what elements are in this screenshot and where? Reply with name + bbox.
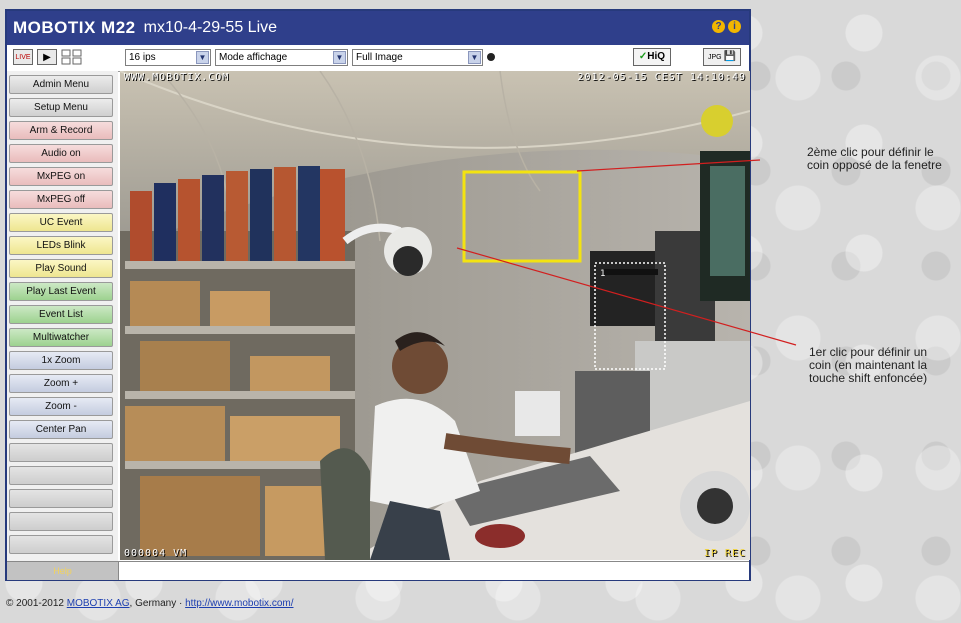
copyright-footer: © 2001-2012 MOBOTIX AG, Germany · http:/…: [6, 598, 294, 609]
sidebar-item-uc-event[interactable]: UC Event: [9, 213, 113, 232]
mobotix-app-window: MOBOTIX M22 mx10-4-29-55 Live ? i LIVE ▶…: [5, 9, 751, 581]
osd-recording-status: IP REC: [703, 548, 746, 559]
hiq-label: HiQ: [647, 51, 666, 62]
play-icon: ▶: [43, 52, 51, 63]
copyright-middle: , Germany ·: [129, 598, 183, 609]
chevron-down-icon: ▼: [196, 51, 209, 64]
fps-value: 16 ips: [129, 52, 156, 63]
jpg-label: JPG: [707, 54, 722, 61]
floppy-disk-icon: 💾: [723, 51, 737, 62]
sidebar-item-zoom-out[interactable]: Zoom -: [9, 397, 113, 416]
company-link[interactable]: MOBOTIX AG: [67, 598, 130, 609]
multi-view-button[interactable]: [61, 49, 83, 65]
image-select[interactable]: Full Image ▼: [352, 49, 483, 66]
fps-select[interactable]: 16 ips ▼: [125, 49, 211, 66]
question-icon[interactable]: ?: [712, 20, 725, 33]
sidebar-item-play-sound[interactable]: Play Sound: [9, 259, 113, 278]
annotation-second-click: 2ème clic pour définir le coin opposé de…: [807, 145, 942, 172]
annotation-first-click-line3: touche shift enfoncée): [809, 371, 928, 385]
title-icon-group: ? i: [712, 20, 741, 33]
camera-title: mx10-4-29-55 Live: [143, 19, 278, 36]
annotation-first-click: 1er clic pour définir un coin (en mainte…: [809, 346, 927, 385]
sidebar-empty-slot[interactable]: [9, 466, 113, 485]
annotation-first-click-line2: coin (en maintenant la: [809, 358, 928, 372]
brand-title: MOBOTIX M22: [13, 18, 136, 37]
sidebar-empty-slot[interactable]: [9, 512, 113, 531]
info-icon[interactable]: i: [728, 20, 741, 33]
chevron-down-icon: ▼: [333, 51, 346, 64]
sidebar-empty-slot[interactable]: [9, 443, 113, 462]
sidebar-empty-slot[interactable]: [9, 489, 113, 508]
live-button[interactable]: LIVE: [13, 49, 33, 65]
image-value: Full Image: [356, 52, 403, 63]
osd-timestamp: 2012-05-15 CEST 14:10:49: [577, 72, 746, 83]
sidebar-item-audio-on[interactable]: Audio on: [9, 144, 113, 163]
sidebar-item-multiwatcher[interactable]: Multiwatcher: [9, 328, 113, 347]
live-video-view[interactable]: 1 WWW.MOBOTIX.COM 2012-05-15 CEST 14:10:…: [120, 71, 750, 560]
sidebar-item-mxpeg-off[interactable]: MxPEG off: [9, 190, 113, 209]
sidebar-item-play-last-event[interactable]: Play Last Event: [9, 282, 113, 301]
camera-scene: 1: [120, 71, 750, 560]
sidebar-menu: Admin Menu Setup Menu Arm & Record Audio…: [7, 71, 118, 561]
sidebar-item-1x-zoom[interactable]: 1x Zoom: [9, 351, 113, 370]
svg-text:1: 1: [600, 269, 605, 279]
help-button[interactable]: Help: [7, 562, 119, 580]
shelving-unit: [120, 166, 355, 560]
grid-icon: [61, 49, 82, 65]
sidebar-empty-slot[interactable]: [9, 535, 113, 554]
sidebar-item-admin-menu[interactable]: Admin Menu: [9, 75, 113, 94]
sidebar-item-event-list[interactable]: Event List: [9, 305, 113, 324]
sidebar-item-leds-blink[interactable]: LEDs Blink: [9, 236, 113, 255]
copyright-prefix: © 2001-2012: [6, 598, 64, 609]
hiq-button[interactable]: ✓HiQ: [633, 48, 671, 66]
osd-website: WWW.MOBOTIX.COM: [124, 72, 230, 83]
play-button[interactable]: ▶: [37, 49, 57, 65]
title-bar: MOBOTIX M22 mx10-4-29-55 Live ? i: [7, 11, 749, 45]
mode-select[interactable]: Mode affichage ▼: [215, 49, 348, 66]
chevron-down-icon: ▼: [468, 51, 481, 64]
sidebar-item-zoom-in[interactable]: Zoom +: [9, 374, 113, 393]
mode-value: Mode affichage: [219, 52, 288, 63]
sidebar-item-center-pan[interactable]: Center Pan: [9, 420, 113, 439]
video-toolbar: LIVE ▶ 16 ips ▼ Mode affichage ▼ Full Im…: [7, 45, 749, 72]
sidebar-item-mxpeg-on[interactable]: MxPEG on: [9, 167, 113, 186]
annotation-first-click-line1: 1er clic pour définir un: [809, 345, 928, 359]
osd-frame-counter: 000004 VM: [124, 548, 188, 559]
status-bar: Help: [7, 561, 749, 580]
sidebar-item-setup-menu[interactable]: Setup Menu: [9, 98, 113, 117]
sidebar-item-arm-record[interactable]: Arm & Record: [9, 121, 113, 140]
save-jpg-button[interactable]: JPG 💾: [703, 48, 741, 66]
status-dot-icon[interactable]: [487, 53, 495, 61]
website-link[interactable]: http://www.mobotix.com/: [185, 598, 293, 609]
